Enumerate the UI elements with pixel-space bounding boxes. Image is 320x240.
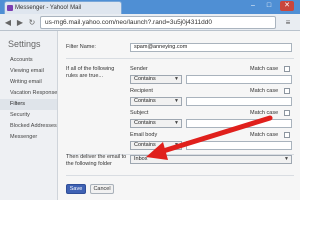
annotation-arrow-shaft xyxy=(157,115,273,155)
annotation-arrow-head xyxy=(146,142,168,160)
annotation-arrow xyxy=(146,115,273,160)
